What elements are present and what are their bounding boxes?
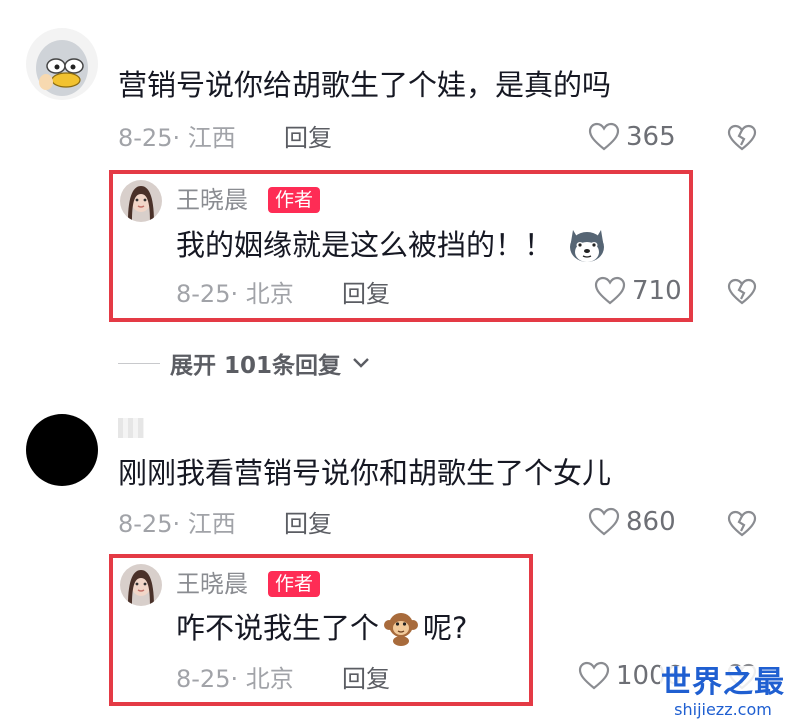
comment-location: 江西: [187, 124, 236, 152]
like-count: 710: [632, 276, 682, 306]
reply-text: 我的姻缘就是这么被挡的！！: [176, 228, 554, 262]
reply-button[interactable]: 回复: [284, 510, 332, 538]
reply-date: 8-25: [176, 280, 231, 308]
comment-date: 8-25: [118, 510, 173, 538]
like-count: 365: [626, 122, 676, 152]
reply-location: 北京: [245, 280, 294, 308]
like-button[interactable]: 710: [594, 276, 682, 306]
reply-meta: 8-25· 北京: [176, 280, 294, 308]
heart-icon: [594, 276, 626, 305]
reply-text-after: 呢?: [423, 611, 468, 645]
expand-replies-label: 展开 101条回复: [170, 353, 342, 379]
author-badge: 作者: [268, 187, 321, 213]
avatar[interactable]: [120, 564, 162, 606]
comment-meta: 8-25· 江西: [118, 510, 236, 538]
dislike-icon[interactable]: [727, 510, 757, 542]
reply-username[interactable]: 王晓晨: [176, 186, 248, 214]
blurred-username: [118, 418, 144, 438]
reply-meta: 8-25· 北京: [176, 665, 294, 693]
reply-button[interactable]: 回复: [284, 124, 332, 152]
like-count: 860: [626, 507, 676, 537]
avatar[interactable]: [120, 180, 162, 222]
reply-text-row: 我的姻缘就是这么被挡的！！: [176, 226, 607, 264]
like-button[interactable]: 365: [588, 122, 676, 152]
reply-text-before: 咋不说我生了个: [176, 611, 380, 645]
watermark: 世界之最 shijiezz.com: [660, 666, 786, 722]
dislike-icon[interactable]: [727, 124, 757, 156]
reply-username[interactable]: 王晓晨: [176, 570, 248, 598]
heart-icon: [588, 507, 620, 536]
avatar[interactable]: [26, 28, 98, 100]
like-button[interactable]: 860: [588, 507, 676, 537]
divider: [118, 362, 160, 364]
watermark-url: shijiezz.com: [674, 700, 772, 719]
author-badge: 作者: [268, 571, 321, 597]
reply-text-row: 咋不说我生了个 呢?: [176, 610, 467, 646]
comment-location: 江西: [187, 510, 236, 538]
reply-button[interactable]: 回复: [342, 280, 390, 308]
comment-text: 刚刚我看营销号说你和胡歌生了个女儿: [118, 456, 612, 490]
expand-replies-button[interactable]: 展开 101条回复: [118, 346, 371, 380]
reply-location: 北京: [245, 665, 294, 693]
reply-button[interactable]: 回复: [342, 665, 390, 693]
heart-icon: [588, 122, 620, 151]
comment-text: 营销号说你给胡歌生了个娃，是真的吗: [118, 68, 612, 102]
watermark-title: 世界之最: [661, 665, 785, 700]
comment-meta: 8-25· 江西: [118, 124, 236, 152]
dislike-icon[interactable]: [727, 278, 757, 310]
husky-emoji-icon: [570, 230, 605, 262]
comment-date: 8-25: [118, 124, 173, 152]
chevron-down-icon: [353, 358, 369, 368]
reply-date: 8-25: [176, 665, 231, 693]
avatar[interactable]: [26, 414, 98, 486]
heart-icon: [578, 661, 610, 690]
monkey-emoji-icon: [384, 613, 419, 646]
